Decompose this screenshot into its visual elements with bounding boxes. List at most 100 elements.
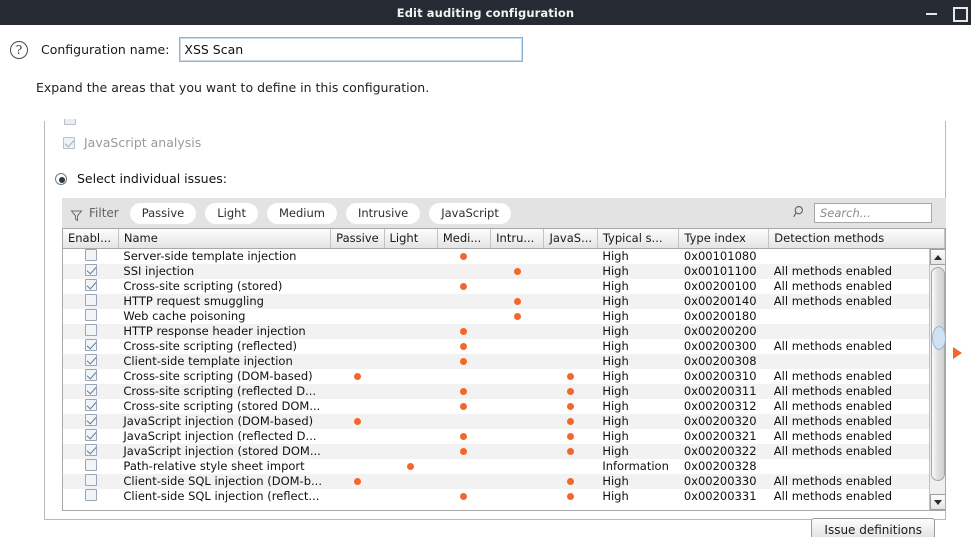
row-enable-checkbox[interactable] <box>84 383 97 396</box>
configuration-name-input[interactable] <box>179 37 524 62</box>
row-enable-cell[interactable] <box>63 473 118 489</box>
col-header-enabled[interactable]: Enabl... <box>63 229 119 249</box>
row-enable-checkbox[interactable] <box>84 473 97 486</box>
col-header-javascript[interactable]: JavaS... <box>543 229 598 249</box>
row-enable-cell[interactable] <box>63 338 118 354</box>
maximize-icon[interactable] <box>952 6 968 22</box>
table-row[interactable]: Server-side template injection High 0x0010… <box>63 248 945 264</box>
row-enable-checkbox[interactable] <box>84 278 97 291</box>
table-row[interactable]: Cross-site scripting (reflected D... High… <box>63 383 945 399</box>
row-type-index-cell: 0x00200100 <box>683 279 757 293</box>
row-enable-cell[interactable] <box>63 308 118 324</box>
table-row[interactable]: JavaScript injection (reflected D... High… <box>63 428 945 444</box>
row-passive-cell <box>331 339 384 354</box>
table-row[interactable]: JavaScript injection (DOM-based) High 0x00… <box>63 413 945 429</box>
row-enable-checkbox[interactable] <box>84 368 97 381</box>
filter-chip-medium[interactable]: Medium <box>266 202 337 224</box>
row-enable-cell[interactable] <box>63 323 118 339</box>
expand-marker-icon[interactable] <box>953 347 962 359</box>
scrolled-partial-checkbox[interactable] <box>64 119 76 125</box>
table-row[interactable]: HTTP request smuggling High 0x00200140 All … <box>63 293 945 309</box>
row-enable-cell[interactable] <box>63 353 118 369</box>
row-detection-methods-cell <box>769 354 945 369</box>
table-vertical-scrollbar[interactable] <box>929 249 945 510</box>
table-row[interactable]: Cross-site scripting (stored) High 0x00200… <box>63 278 945 294</box>
col-header-type-index[interactable]: Type index <box>678 229 770 249</box>
row-enable-checkbox[interactable] <box>84 488 97 501</box>
minimize-icon[interactable] <box>925 6 938 19</box>
row-enable-cell[interactable] <box>63 248 118 264</box>
scroll-up-button[interactable] <box>930 249 945 265</box>
row-enable-checkbox[interactable] <box>84 323 97 336</box>
row-enable-cell[interactable] <box>63 368 118 384</box>
row-enable-cell[interactable] <box>63 278 118 294</box>
issue-definitions-button[interactable]: Issue definitions <box>811 518 935 537</box>
table-row[interactable]: Cross-site scripting (stored DOM... High 0… <box>63 398 945 414</box>
javascript-analysis-row[interactable]: JavaScript analysis <box>63 135 201 150</box>
row-enable-cell[interactable] <box>63 398 118 414</box>
table-row[interactable]: Client-side SQL injection (DOM-b... High 0… <box>63 473 945 489</box>
col-header-medium[interactable]: Medi... <box>437 229 492 249</box>
scrollbar-thumb[interactable] <box>931 267 945 481</box>
table-row[interactable]: Web cache poisoning High 0x00200180 <box>63 308 945 324</box>
row-enable-checkbox[interactable] <box>84 293 97 306</box>
row-enable-checkbox[interactable] <box>84 353 97 366</box>
row-enable-checkbox[interactable] <box>84 263 97 276</box>
row-enable-checkbox[interactable] <box>84 443 97 456</box>
row-enable-cell[interactable] <box>63 488 118 504</box>
row-enable-cell[interactable] <box>63 293 118 309</box>
row-intrusive-cell <box>491 489 544 504</box>
row-enable-checkbox[interactable] <box>84 308 97 321</box>
col-header-name[interactable]: Name <box>118 229 332 249</box>
row-enable-checkbox[interactable] <box>84 398 97 411</box>
scroll-down-button[interactable] <box>930 494 945 510</box>
filter-chip-light[interactable]: Light <box>205 202 258 224</box>
row-detection-methods-cell: All methods enabled <box>773 399 893 413</box>
row-intrusive-cell <box>491 248 544 264</box>
row-enable-cell[interactable] <box>63 443 118 459</box>
row-enable-cell[interactable] <box>63 413 118 429</box>
configuration-name-label: Configuration name: <box>41 42 170 57</box>
row-enable-cell[interactable] <box>63 263 118 279</box>
filter-chip-intrusive[interactable]: Intrusive <box>345 202 421 224</box>
col-header-detection-methods[interactable]: Detection methods <box>768 229 945 249</box>
table-row[interactable]: JavaScript injection (stored DOM... High 0… <box>63 443 945 459</box>
scrollbar-track[interactable] <box>930 265 945 494</box>
help-icon[interactable]: ? <box>10 40 28 59</box>
row-enable-cell[interactable] <box>63 383 118 399</box>
row-enable-checkbox[interactable] <box>84 248 97 261</box>
row-passive-cell <box>331 414 384 429</box>
javascript-dot-icon <box>567 493 575 500</box>
col-header-typical-severity[interactable]: Typical s... <box>597 229 680 249</box>
row-detection-methods-cell: All methods enabled <box>773 294 893 308</box>
table-row[interactable]: Client-side SQL injection (reflect... Hig… <box>63 488 945 504</box>
table-row[interactable]: Client-side template injection High 0x0020… <box>63 353 945 369</box>
table-row[interactable]: SSI injection High 0x00101100 All methods e… <box>63 263 945 279</box>
select-individual-issues-radio[interactable] <box>55 172 67 185</box>
table-row[interactable]: Cross-site scripting (reflected) High 0x00… <box>63 338 945 354</box>
window-title: Edit auditing configuration <box>396 5 575 20</box>
col-header-passive[interactable]: Passive <box>330 229 385 249</box>
row-enable-checkbox[interactable] <box>84 428 97 441</box>
row-medium-cell <box>437 474 490 489</box>
row-intrusive-cell <box>491 474 544 489</box>
row-intrusive-cell <box>491 264 544 279</box>
select-individual-issues-row[interactable]: Select individual issues: <box>55 171 227 186</box>
table-row[interactable]: Path-relative style sheet import Informat… <box>63 458 945 474</box>
table-row[interactable]: HTTP response header injection High 0x0020… <box>63 323 945 339</box>
col-header-light[interactable]: Light <box>384 229 438 249</box>
row-enable-cell[interactable] <box>63 458 118 474</box>
row-enable-checkbox[interactable] <box>84 458 97 471</box>
row-name-cell: Cross-site scripting (stored DOM... <box>123 399 321 413</box>
row-enable-checkbox[interactable] <box>84 338 97 351</box>
search-input[interactable] <box>814 203 932 223</box>
javascript-analysis-checkbox[interactable] <box>63 136 75 149</box>
filter-chip-javascript[interactable]: JavaScript <box>429 202 511 224</box>
scrollbar-grip[interactable] <box>932 326 945 350</box>
row-intrusive-cell <box>491 444 544 459</box>
row-enable-checkbox[interactable] <box>84 413 97 426</box>
col-header-intrusive[interactable]: Intru... <box>490 229 545 249</box>
filter-chip-passive[interactable]: Passive <box>129 202 197 224</box>
row-enable-cell[interactable] <box>63 428 118 444</box>
table-row[interactable]: Cross-site scripting (DOM-based) High 0x00… <box>63 368 945 384</box>
